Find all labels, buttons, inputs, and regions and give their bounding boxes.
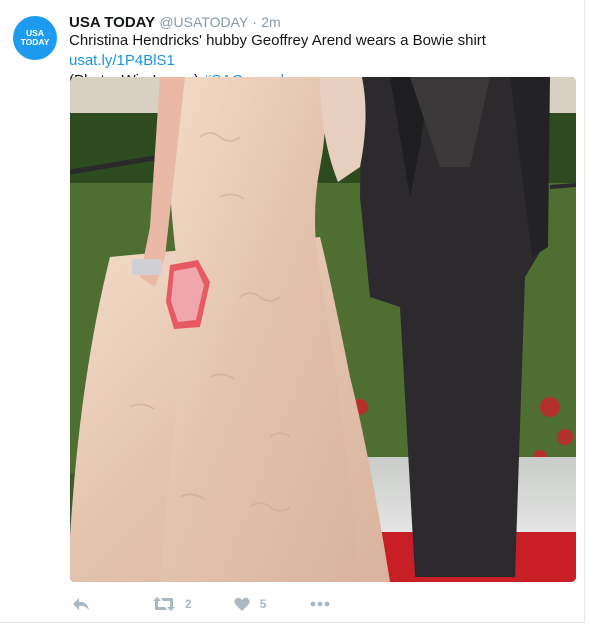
tweet-actions: 2 5 bbox=[70, 593, 330, 615]
reply-button[interactable] bbox=[72, 596, 90, 612]
retweet-button[interactable]: 2 bbox=[153, 596, 192, 612]
tweet-card: USA TODAY USA TODAY @USATODAY · 2m Chris… bbox=[0, 0, 585, 623]
red-carpet-photo bbox=[70, 77, 576, 582]
timestamp[interactable]: 2m bbox=[261, 14, 280, 30]
tweet-link[interactable]: usat.ly/1P4BlS1 bbox=[69, 52, 175, 69]
like-button[interactable]: 5 bbox=[234, 597, 267, 612]
separator: · bbox=[252, 14, 258, 30]
author-handle[interactable]: @USATODAY bbox=[159, 14, 248, 30]
retweet-count: 2 bbox=[185, 597, 192, 611]
tweet-header: USA TODAY @USATODAY · 2m bbox=[69, 12, 281, 33]
avatar-text-line2: TODAY bbox=[20, 37, 50, 47]
reply-icon bbox=[73, 598, 89, 610]
avatar[interactable]: USA TODAY bbox=[13, 16, 57, 60]
like-count: 5 bbox=[259, 597, 267, 611]
tweet-text-body: Christina Hendricks' hubby Geoffrey Aren… bbox=[69, 32, 486, 49]
more-options-button[interactable] bbox=[310, 601, 330, 607]
tweet-photo[interactable] bbox=[70, 77, 576, 582]
retweet-icon bbox=[153, 597, 175, 611]
author-name[interactable]: USA TODAY bbox=[69, 14, 155, 31]
more-icon bbox=[310, 601, 330, 607]
heart-icon bbox=[234, 597, 250, 611]
